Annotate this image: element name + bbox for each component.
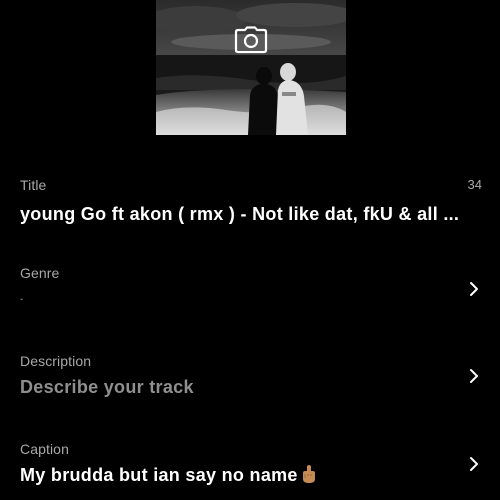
description-field[interactable]: Description Describe your track bbox=[20, 352, 482, 402]
description-input[interactable]: Describe your track bbox=[20, 375, 482, 399]
title-input[interactable]: young Go ft akon ( rmx ) - Not like dat,… bbox=[20, 202, 482, 226]
caption-input[interactable]: My brudda but ian say no name bbox=[20, 463, 482, 487]
chevron-right-icon bbox=[470, 457, 478, 471]
change-artwork-button[interactable] bbox=[232, 24, 270, 56]
genre-label: Genre bbox=[20, 265, 60, 281]
caption-text: My brudda but ian say no name bbox=[20, 465, 298, 485]
edit-track-screen: Title 34 young Go ft akon ( rmx ) - Not … bbox=[0, 0, 500, 500]
caption-field[interactable]: Caption My brudda but ian say no name bbox=[20, 440, 482, 490]
description-label: Description bbox=[20, 353, 92, 369]
chevron-right-icon bbox=[470, 282, 478, 296]
camera-icon bbox=[234, 26, 268, 54]
title-char-count: 34 bbox=[467, 177, 482, 192]
chevron-right-icon bbox=[470, 369, 478, 383]
genre-field[interactable]: Genre - bbox=[20, 264, 482, 314]
artwork-image bbox=[156, 0, 346, 135]
title-field[interactable]: Title 34 young Go ft akon ( rmx ) - Not … bbox=[20, 176, 482, 226]
genre-value: - bbox=[20, 294, 24, 305]
middle-finger-emoji bbox=[302, 465, 315, 483]
track-artwork[interactable] bbox=[156, 0, 346, 135]
title-label: Title bbox=[20, 177, 47, 193]
caption-label: Caption bbox=[20, 441, 69, 457]
